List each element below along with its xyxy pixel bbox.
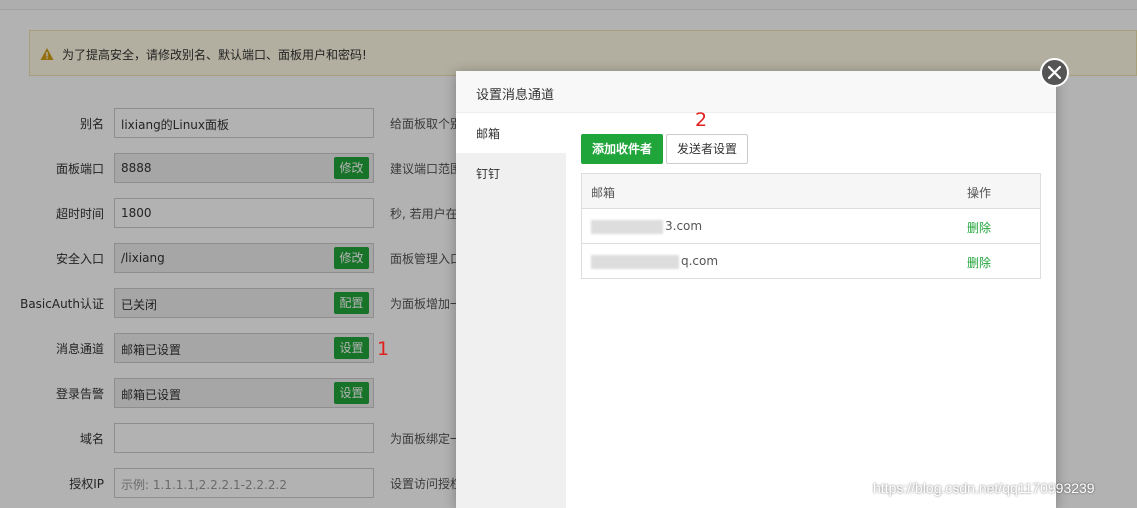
delete-link[interactable]: 删除 (967, 254, 991, 271)
annotation-one: 1 (377, 338, 390, 360)
table-row: q.com 删除 (582, 244, 1040, 278)
sidebar-item-email[interactable]: 邮箱 (456, 113, 566, 153)
redaction-blur (591, 254, 679, 269)
email-cell: 3.com (591, 219, 702, 234)
email-suffix: q.com (681, 254, 719, 268)
redaction-blur (591, 219, 663, 234)
watermark: https://blog.csdn.net/qq1170993239 (873, 480, 1095, 496)
email-suffix: 3.com (665, 219, 703, 233)
add-recipient-button[interactable]: 添加收件者 (581, 134, 663, 164)
message-channel-modal: 设置消息通道 邮箱 钉钉 添加收件者 发送者设置 2 邮箱 操作 3.com 删… (456, 71, 1056, 508)
close-x-glyph (1048, 66, 1061, 79)
delete-link[interactable]: 删除 (967, 219, 991, 236)
modal-sidebar: 邮箱 钉钉 (456, 113, 566, 508)
header-email: 邮箱 (591, 186, 616, 200)
email-cell: q.com (591, 254, 718, 269)
header-action: 操作 (967, 186, 992, 200)
sender-settings-button[interactable]: 发送者设置 (666, 134, 748, 164)
table-header: 邮箱 操作 (582, 174, 1040, 209)
annotation-two: 2 (695, 109, 708, 131)
close-icon[interactable] (1040, 58, 1069, 87)
table-row: 3.com 删除 (582, 209, 1040, 244)
sidebar-item-dingtalk[interactable]: 钉钉 (456, 153, 566, 193)
modal-title: 设置消息通道 (456, 71, 1056, 113)
recipient-table: 邮箱 操作 3.com 删除 q.com 删除 (581, 173, 1041, 279)
